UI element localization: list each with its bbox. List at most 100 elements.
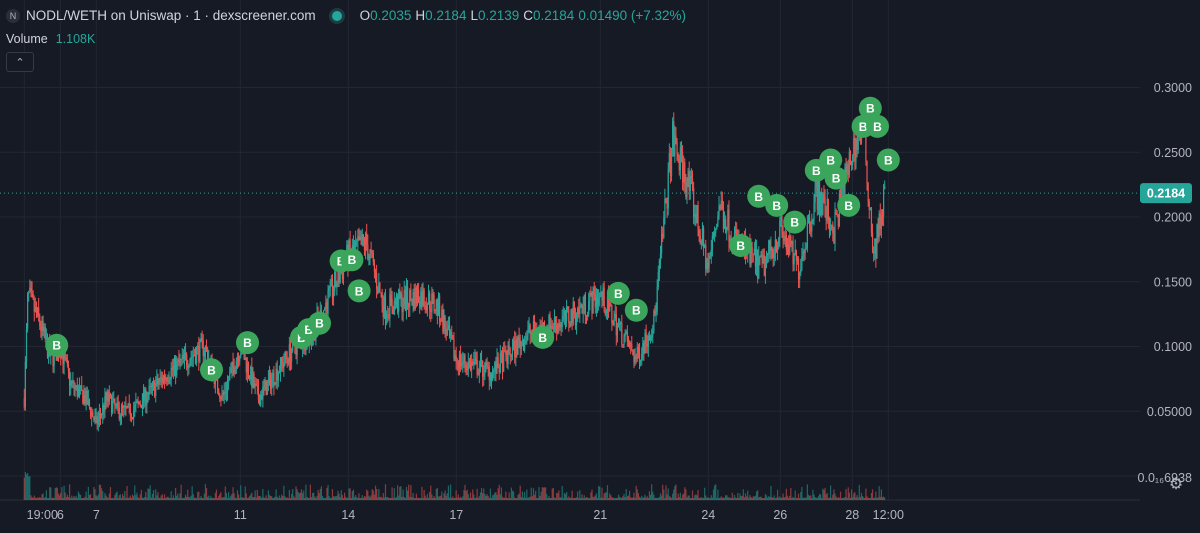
volume-bar [808,495,811,500]
candle-body [392,309,394,315]
candle-body [169,378,171,381]
volume-bar [113,497,115,500]
volume-bar [134,485,136,500]
candle-body [422,289,424,306]
buy-marker-label: B [884,154,893,168]
candle-body [613,317,615,326]
volume-bar [246,497,249,500]
x-tick-label: 17 [449,508,463,522]
volume-bar [845,488,847,500]
collapse-legend-button[interactable]: ⌃ [6,52,34,72]
volume-bar [621,497,623,500]
volume-bar [473,494,475,500]
candle-body [329,281,331,288]
volume-bar [305,484,307,500]
candle-body [191,356,193,358]
volume-bar [560,497,562,500]
volume-bar [284,496,286,500]
candle-body [423,289,425,306]
candle-body [772,249,774,259]
candle-body [508,345,510,354]
volume-bar [737,492,739,500]
volume-bar [494,492,496,500]
candle-body [630,342,632,345]
candle-body [335,271,337,288]
volume-bar [744,493,747,500]
candle-body [595,297,598,308]
volume-bar [256,489,258,500]
volume-bar [598,486,600,500]
volume-bar [648,491,651,500]
candle-body [698,229,700,236]
candle-body [39,316,41,327]
volume-bar [506,497,508,500]
candle-body [204,346,207,352]
candle-body [829,227,832,231]
volume-bar [852,497,854,500]
candle-body [183,352,186,359]
volume-bar [858,485,860,500]
volume-bar [462,496,464,500]
volume-bar [231,493,233,500]
candle-body [35,306,38,314]
candle-body [36,307,39,314]
volume-bar [416,497,419,500]
volume-bar [419,497,421,500]
candle-body [203,351,205,357]
volume-bar [353,496,356,500]
candle-body [786,244,789,251]
price-chart[interactable]: 0.2184BBBBBBBBBBBBBBBBBBBBBBBB0.30000.25… [0,0,1200,533]
candle-body [31,290,33,294]
volume-bar [426,493,429,500]
candle-body [714,232,716,236]
gear-icon[interactable]: ⚙ [1168,477,1184,493]
candle-body [98,412,101,419]
volume-bar [568,496,570,500]
candle-body [377,288,379,294]
candle-body [102,405,104,414]
candle-body [412,292,414,306]
volume-bar [42,493,44,500]
candle-body [501,354,504,372]
volume-bar [46,497,49,500]
candle-body [622,344,624,346]
volume-bar [351,491,353,500]
candle-body [483,375,485,377]
volume-bar [406,490,409,500]
candle-body [436,300,438,315]
volume-bar [707,497,709,500]
volume-bar [55,487,57,500]
volume-bar [681,494,684,500]
volume-bar [54,487,56,500]
candle-body [141,393,144,409]
volume-bar [468,497,471,500]
chart-container[interactable]: 0.2184BBBBBBBBBBBBBBBBBBBBBBBB0.30000.25… [0,0,1200,533]
volume-bar [327,485,329,500]
volume-bar [679,492,681,500]
candle-body [846,164,848,174]
candle-body [802,251,804,257]
candle-body [582,306,584,314]
candle-body [114,398,116,406]
candle-body [201,337,203,341]
candle-body [485,362,487,364]
candle-body [717,215,719,225]
volume-bar [521,491,524,500]
volume-bar [447,485,450,500]
last-price-label: 0.2184 [1147,187,1185,201]
volume-bar [139,494,141,500]
volume-bar [168,497,170,500]
candle-body [194,355,197,364]
candle-body [156,377,158,385]
candle-body [260,395,262,406]
volume-bar [175,487,177,500]
volume-bar [410,484,412,500]
candle-body [728,209,730,242]
volume-bar [359,497,361,500]
volume-bar [286,497,288,500]
volume-bar [67,496,70,500]
volume-bar [870,492,873,500]
volume-bar [81,497,83,500]
volume-bar [157,492,159,500]
candle-body [496,357,498,374]
